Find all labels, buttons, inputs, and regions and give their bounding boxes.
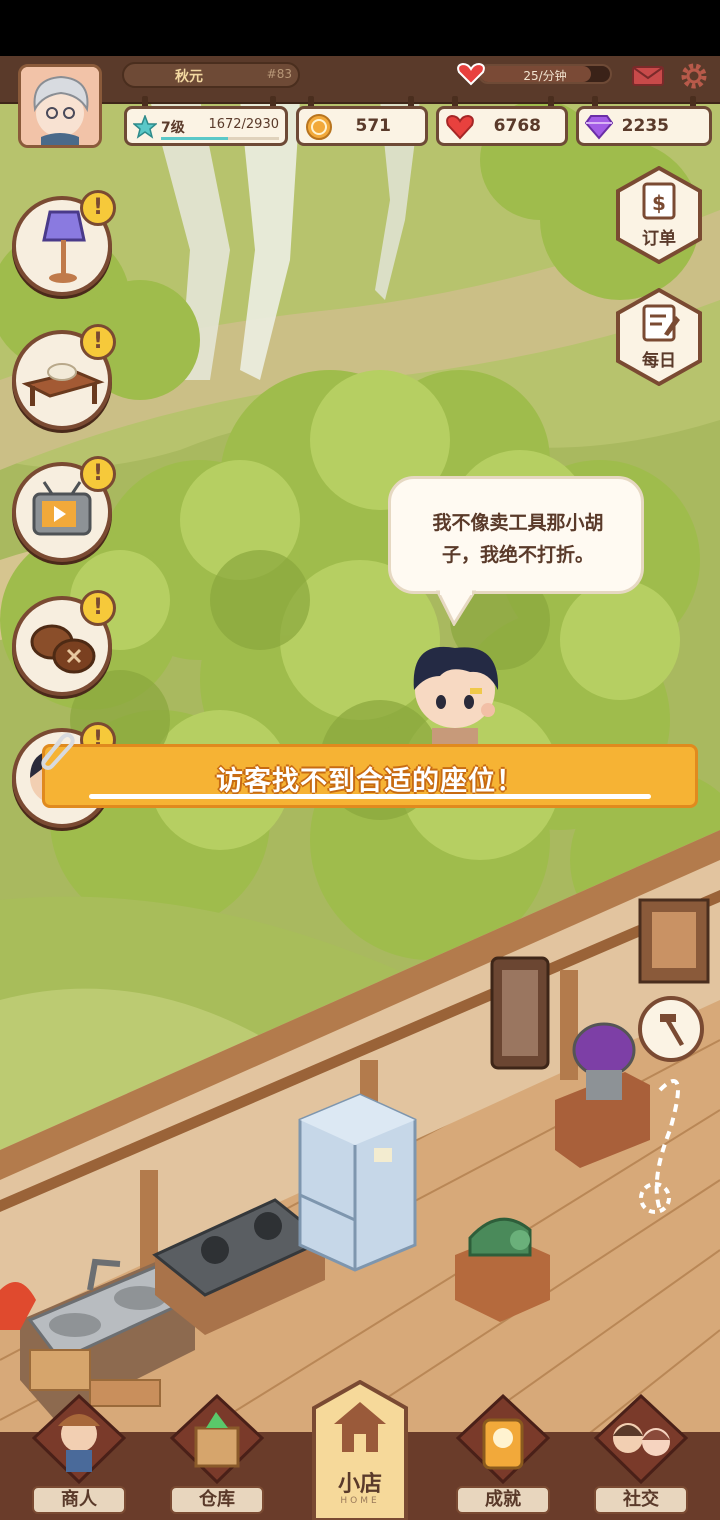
- energy-bar: 25/分钟: [478, 64, 612, 84]
- paperclip-icon: [41, 733, 75, 770]
- speech-text: 我不像卖工具那小胡 子，我绝不打折。: [409, 507, 627, 571]
- avatar-portrait: [21, 67, 99, 145]
- player-name: 秋元: [175, 69, 203, 85]
- achievements-icon: [455, 1393, 551, 1485]
- nav-warehouse-label: 仓库: [170, 1486, 264, 1514]
- order-book-icon: $: [616, 165, 702, 265]
- warehouse-icon: [169, 1393, 265, 1485]
- nav-home-label: 小店: [337, 1472, 382, 1497]
- hearts-pill[interactable]: 6768: [436, 106, 568, 146]
- npc-speech-bubble: 我不像卖工具那小胡 子，我绝不打折。: [388, 476, 644, 594]
- player-id: #83: [266, 67, 292, 81]
- xp-text: 1672/2930: [208, 117, 279, 132]
- coin-icon: [306, 114, 332, 140]
- social-icon: [593, 1393, 689, 1485]
- nav-warehouse[interactable]: 仓库: [162, 1392, 272, 1520]
- banner-stripe: [89, 794, 651, 799]
- gem-icon: [585, 115, 613, 140]
- hearts-value: 6768: [493, 116, 541, 136]
- daily-label: 每日: [642, 351, 676, 371]
- alert-badge: !: [80, 324, 116, 360]
- energy-meter[interactable]: 25/分钟: [456, 62, 614, 86]
- nav-social[interactable]: 社交: [586, 1392, 696, 1520]
- heart-icon: [446, 114, 474, 140]
- coins-pill[interactable]: 571: [296, 106, 428, 146]
- alert-badge: !: [80, 190, 116, 226]
- heart-energy-icon: [457, 62, 485, 86]
- xp-bar-fill: [161, 137, 229, 140]
- daily-button[interactable]: 每日: [610, 287, 708, 387]
- svg-text:$: $: [652, 191, 666, 215]
- alert-badge: !: [80, 456, 116, 492]
- speech-line-2: 子，我绝不打折。: [441, 544, 594, 566]
- speech-line-1: 我不像卖工具那小胡: [432, 512, 604, 534]
- build-button[interactable]: [638, 996, 704, 1062]
- daily-notebook-icon: [616, 287, 702, 387]
- speech-bubble-tail: [436, 590, 476, 626]
- gems-pill[interactable]: 2235: [576, 106, 712, 146]
- nav-home[interactable]: 小店 HOME: [310, 1379, 410, 1520]
- gems-value: 2235: [621, 116, 669, 136]
- nav-merchant[interactable]: 商人: [24, 1392, 134, 1520]
- nav-achievements-label: 成就: [456, 1486, 550, 1514]
- hammer-icon: [660, 1014, 684, 1046]
- player-name-plate[interactable]: 秋元 #83: [122, 62, 300, 88]
- energy-rate: 25/分钟: [523, 69, 567, 83]
- xp-bar-track: [161, 137, 279, 140]
- level-pill[interactable]: 7级 1672/2930: [124, 106, 288, 146]
- player-avatar[interactable]: [18, 64, 102, 148]
- game-screen: 秋元 #83 25/分钟 7级 1672/2930 571 6768 2235 …: [0, 0, 720, 1520]
- orders-button[interactable]: $ 订单: [610, 165, 708, 265]
- merchant-icon: [31, 1393, 127, 1485]
- nav-social-label: 社交: [594, 1486, 688, 1514]
- nav-achievements[interactable]: 成就: [448, 1392, 558, 1520]
- nav-merchant-label: 商人: [32, 1486, 126, 1514]
- alert-badge: !: [80, 590, 116, 626]
- coins-value: 571: [355, 116, 392, 136]
- notice-banner: 访客找不到合适的座位！: [42, 744, 698, 808]
- notice-text: 访客找不到合适的座位！: [216, 766, 524, 797]
- level-text: 7级: [161, 120, 185, 136]
- orders-label: 订单: [642, 229, 676, 249]
- nav-home-sublabel: HOME: [340, 1496, 380, 1506]
- settings-gear-icon[interactable]: [680, 62, 708, 90]
- star-level-icon: [133, 115, 157, 139]
- status-bar-area: [0, 0, 720, 56]
- mail-icon[interactable]: [632, 66, 664, 86]
